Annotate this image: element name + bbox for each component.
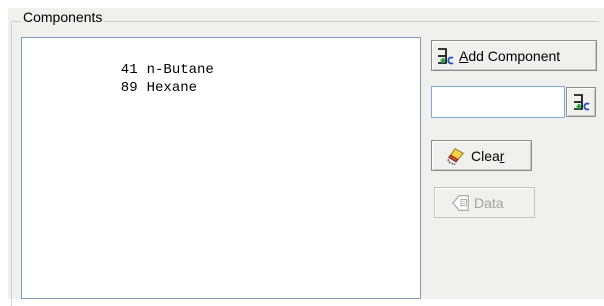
component-number: 89 — [120, 80, 138, 96]
add-component-button-label: Add Component — [459, 47, 561, 64]
eraser-icon — [446, 146, 466, 166]
component-name: Hexane — [146, 80, 198, 96]
add-from-input-button[interactable] — [566, 87, 596, 117]
add-component-icon — [435, 46, 455, 66]
clear-button-label: Clear — [471, 147, 505, 164]
add-component-icon — [571, 92, 591, 112]
component-input[interactable] — [431, 86, 565, 118]
components-group-label: Components — [21, 9, 105, 25]
components-list[interactable]: 41 n-Butane 89 Hexane — [21, 37, 421, 299]
add-component-button[interactable]: Add Component — [431, 40, 597, 71]
data-button-label: Data — [474, 194, 504, 211]
list-item[interactable]: 89 Hexane — [22, 64, 197, 112]
tag-icon — [451, 193, 471, 213]
data-button[interactable]: Data — [434, 187, 535, 218]
clear-button[interactable]: Clear — [431, 140, 532, 171]
